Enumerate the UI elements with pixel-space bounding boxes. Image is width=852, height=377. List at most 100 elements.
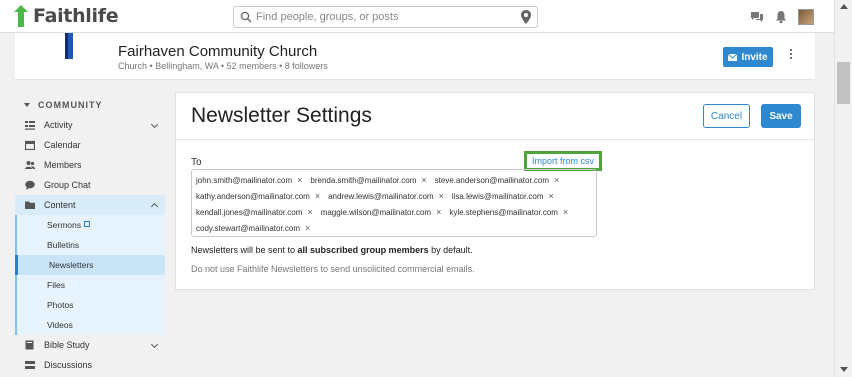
recipient-token[interactable]: kendall.jones@mailinator.com × bbox=[196, 204, 313, 220]
page-scrollbar[interactable] bbox=[834, 0, 852, 377]
sidebar-item-content[interactable]: Content bbox=[15, 195, 165, 215]
sidebar-item-label: Members bbox=[44, 160, 82, 170]
envelope-icon bbox=[728, 53, 738, 61]
sidebar-section-community[interactable]: COMMUNITY bbox=[15, 95, 165, 115]
location-pin-icon[interactable] bbox=[521, 10, 531, 24]
sidebar-subitem-newsletters[interactable]: Newsletters bbox=[15, 255, 165, 275]
import-label: Import from csv bbox=[531, 156, 594, 166]
sidebar-item-calendar[interactable]: Calendar bbox=[15, 135, 165, 155]
sidebar-subitem-bulletins[interactable]: Bulletins bbox=[17, 235, 165, 255]
recipient-email: kendall.jones@mailinator.com bbox=[196, 207, 303, 217]
group-type: Church bbox=[118, 61, 148, 71]
recipient-token[interactable]: andrew.lewis@mailinator.com × bbox=[328, 188, 444, 204]
chevron-up-icon[interactable] bbox=[150, 202, 159, 211]
search-box[interactable] bbox=[233, 6, 538, 28]
external-link-icon bbox=[84, 221, 91, 227]
sidebar-subitem-label: Newsletters bbox=[49, 260, 94, 270]
unsolicited-email-note: Do not use Faithlife Newsletters to send… bbox=[191, 264, 475, 274]
sidebar-item-label: Content bbox=[44, 200, 76, 210]
recipient-email: andrew.lewis@mailinator.com bbox=[328, 191, 434, 201]
sidebar-item-label: Group Chat bbox=[44, 180, 91, 190]
default-recipients-note: Newsletters will be sent to all subscrib… bbox=[191, 245, 473, 255]
sidebar-item-label: Bible Study bbox=[44, 340, 90, 350]
remove-recipient-icon[interactable]: × bbox=[436, 207, 441, 217]
recipient-email: brenda.smith@mailinator.com bbox=[310, 175, 417, 185]
scroll-thumb[interactable] bbox=[837, 62, 850, 104]
sidebar-subitem-sermons[interactable]: Sermons bbox=[17, 215, 165, 235]
section-title: COMMUNITY bbox=[38, 100, 103, 110]
invite-label: Invite bbox=[741, 51, 768, 63]
sidebar-item-label: Activity bbox=[44, 120, 73, 130]
sidebar-item-activity[interactable]: Activity bbox=[15, 115, 165, 135]
cancel-button[interactable]: Cancel bbox=[703, 104, 750, 128]
sidebar-item-members[interactable]: Members bbox=[15, 155, 165, 175]
sidebar-subitem-photos[interactable]: Photos bbox=[17, 295, 165, 315]
recipient-token[interactable]: kathy.anderson@mailinator.com × bbox=[196, 188, 320, 204]
bell-icon[interactable] bbox=[774, 10, 788, 24]
recipient-token[interactable]: john.smith@mailinator.com × bbox=[196, 172, 302, 188]
chevron-down-icon[interactable] bbox=[150, 120, 159, 129]
scroll-down-arrow-icon[interactable] bbox=[840, 367, 848, 372]
recipient-token[interactable]: cody.stewart@mailinator.com × bbox=[196, 220, 310, 236]
scroll-up-arrow-icon[interactable] bbox=[840, 4, 848, 9]
logo-text: Faithlife bbox=[33, 5, 119, 27]
save-button[interactable]: Save bbox=[761, 104, 801, 128]
remove-recipient-icon[interactable]: × bbox=[307, 207, 312, 217]
recipient-token[interactable]: steve.anderson@mailinator.com × bbox=[435, 172, 560, 188]
recipient-email: cody.stewart@mailinator.com bbox=[196, 223, 301, 233]
group-banner-image bbox=[65, 33, 73, 59]
recipient-email: kathy.anderson@mailinator.com bbox=[196, 191, 310, 201]
faithlife-logo[interactable]: Faithlife bbox=[13, 5, 119, 27]
remove-recipient-icon[interactable]: × bbox=[421, 175, 426, 185]
calendar-icon bbox=[25, 140, 35, 150]
group-members-count[interactable]: 52 members bbox=[227, 61, 277, 71]
recipient-token[interactable]: brenda.smith@mailinator.com × bbox=[310, 172, 426, 188]
sidebar-item-label: Discussions bbox=[44, 360, 93, 370]
sidebar-item-bible-study[interactable]: Bible Study bbox=[15, 335, 165, 355]
group-followers-count[interactable]: 8 followers bbox=[285, 61, 328, 71]
remove-recipient-icon[interactable]: × bbox=[563, 207, 568, 217]
page-title: Newsletter Settings bbox=[191, 104, 372, 127]
remove-recipient-icon[interactable]: × bbox=[549, 191, 554, 201]
activity-icon bbox=[25, 120, 35, 130]
group-meta: Church • Bellingham, WA • 52 members • 8… bbox=[118, 61, 328, 71]
import-from-csv-link[interactable]: Import from csv bbox=[524, 151, 602, 171]
recipient-token[interactable]: maggie.wilson@mailinator.com × bbox=[321, 204, 442, 220]
more-options-icon[interactable] bbox=[786, 49, 796, 65]
search-input[interactable] bbox=[256, 9, 516, 25]
top-bar: Faithlife bbox=[0, 0, 834, 33]
group-name[interactable]: Fairhaven Community Church bbox=[118, 43, 317, 60]
recipient-token[interactable]: kyle.stephens@mailinator.com × bbox=[449, 204, 568, 220]
members-icon bbox=[25, 160, 35, 170]
discussion-icon bbox=[25, 360, 35, 370]
sidebar-subitem-label: Sermons bbox=[47, 220, 82, 230]
sidebar-subitem-files[interactable]: Files bbox=[17, 275, 165, 295]
to-label: To bbox=[191, 157, 202, 168]
invite-button[interactable]: Invite bbox=[723, 47, 773, 67]
recipient-token[interactable]: lisa.lewis@mailinator.com × bbox=[452, 188, 554, 204]
group-location: Bellingham, WA bbox=[155, 61, 219, 71]
user-avatar[interactable] bbox=[798, 9, 814, 25]
sidebar-subitem-videos[interactable]: Videos bbox=[17, 315, 165, 335]
remove-recipient-icon[interactable]: × bbox=[305, 223, 310, 233]
sidebar-item-group-chat[interactable]: Group Chat bbox=[15, 175, 165, 195]
search-icon bbox=[240, 11, 252, 23]
recipient-email: kyle.stephens@mailinator.com bbox=[449, 207, 558, 217]
remove-recipient-icon[interactable]: × bbox=[554, 175, 559, 185]
remove-recipient-icon[interactable]: × bbox=[297, 175, 302, 185]
remove-recipient-icon[interactable]: × bbox=[315, 191, 320, 201]
recipient-email: steve.anderson@mailinator.com bbox=[434, 175, 550, 185]
sidebar-subitem-label: Photos bbox=[47, 300, 74, 310]
chevron-down-icon[interactable] bbox=[150, 340, 159, 349]
group-header: Fairhaven Community Church Church • Bell… bbox=[15, 33, 815, 80]
collapse-triangle-icon bbox=[24, 103, 30, 107]
chat-icon[interactable] bbox=[750, 10, 764, 24]
top-icons bbox=[750, 9, 814, 25]
content-submenu: Sermons Bulletins Newsletters Files Phot… bbox=[15, 215, 165, 335]
remove-recipient-icon[interactable]: × bbox=[439, 191, 444, 201]
recipients-field[interactable]: john.smith@mailinator.com × brenda.smith@m… bbox=[191, 169, 597, 237]
newsletter-settings-panel: Newsletter Settings Cancel Save To Impor… bbox=[175, 92, 815, 290]
sidebar-subitem-label: Files bbox=[47, 280, 65, 290]
sidebar-item-discussions[interactable]: Discussions bbox=[15, 355, 165, 375]
recipient-email: john.smith@mailinator.com bbox=[196, 175, 293, 185]
